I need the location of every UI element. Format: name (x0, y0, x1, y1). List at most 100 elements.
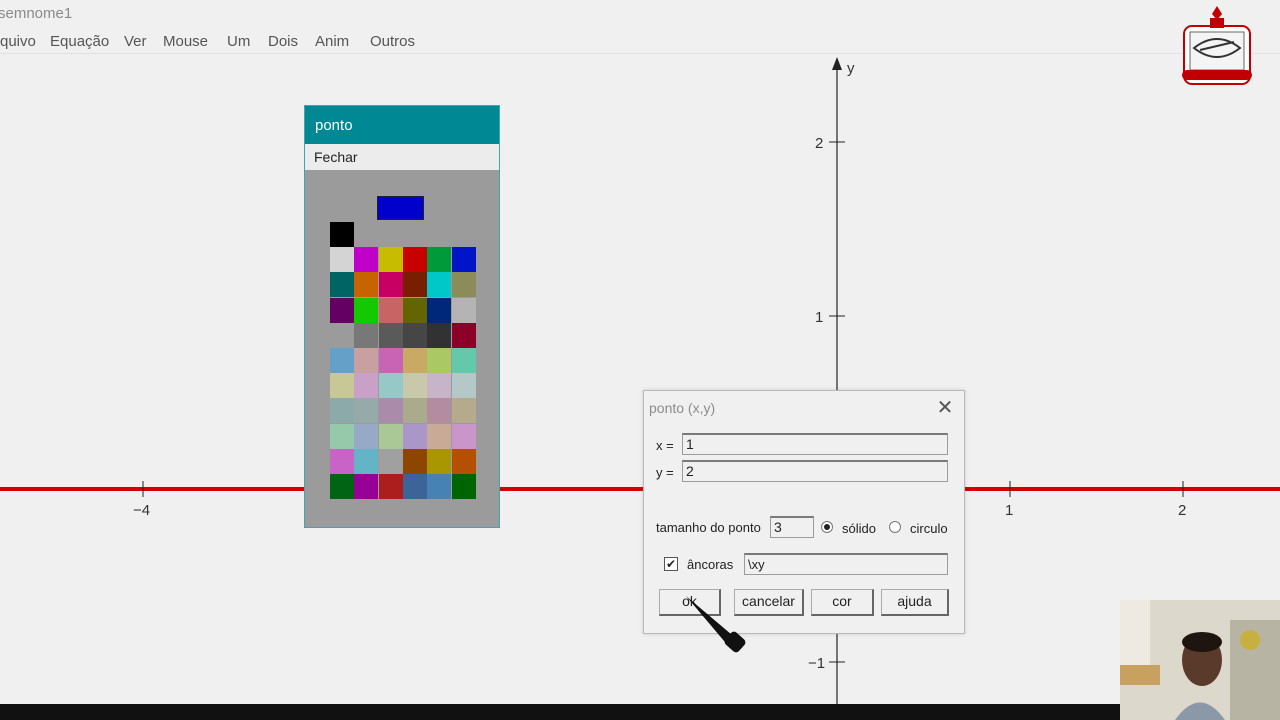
solid-label: sólido (842, 521, 876, 536)
color-swatch[interactable] (378, 297, 403, 323)
color-swatch[interactable] (378, 423, 403, 449)
color-swatch[interactable] (427, 373, 452, 399)
color-swatch[interactable] (402, 423, 427, 449)
color-swatch[interactable] (427, 272, 452, 298)
color-swatch[interactable] (354, 322, 379, 348)
color-swatch[interactable] (378, 373, 403, 399)
color-swatch[interactable] (451, 448, 476, 474)
color-swatch[interactable] (354, 297, 379, 323)
color-swatch[interactable] (330, 297, 354, 323)
x-field-label: x = (656, 438, 674, 453)
menubar-divider (0, 53, 1280, 54)
menu-arquivo[interactable]: quivo (0, 33, 36, 50)
menu-dois[interactable]: Dois (268, 33, 298, 50)
color-swatch[interactable] (378, 448, 403, 474)
pen-cursor-icon (686, 596, 746, 653)
color-swatch[interactable] (451, 398, 476, 424)
y-axis-label: y (847, 60, 855, 77)
close-icon[interactable]: ✕ (934, 397, 956, 419)
anchors-checkbox[interactable]: ✔ (664, 557, 678, 571)
color-swatch[interactable] (427, 247, 452, 273)
current-color-preview (377, 196, 424, 220)
color-swatch[interactable] (402, 373, 427, 399)
webcam-video-overlay (1120, 600, 1280, 720)
color-swatch[interactable] (402, 398, 427, 424)
color-swatch[interactable] (354, 474, 379, 499)
solid-radio[interactable] (821, 521, 833, 533)
point-size-label: tamanho do ponto (656, 520, 761, 535)
menu-outros[interactable]: Outros (370, 33, 415, 50)
color-swatch[interactable] (330, 398, 354, 424)
color-swatch[interactable] (402, 322, 427, 348)
color-swatch[interactable] (402, 297, 427, 323)
color-swatch[interactable] (354, 348, 379, 373)
bottom-black-bar (0, 704, 1120, 720)
color-swatch[interactable] (330, 222, 354, 247)
color-swatch[interactable] (402, 448, 427, 474)
y-tick-label: 1 (815, 309, 823, 326)
menu-ver[interactable]: Ver (124, 33, 147, 50)
x-tick-label: 2 (1178, 502, 1186, 519)
circle-radio[interactable] (889, 521, 901, 533)
color-swatch[interactable] (427, 474, 452, 499)
color-swatch[interactable] (451, 423, 476, 449)
x-tick-label: −4 (133, 502, 150, 519)
color-swatch[interactable] (402, 348, 427, 373)
color-swatch[interactable] (451, 348, 476, 373)
point-size-input[interactable]: 3 (770, 516, 814, 538)
color-swatch[interactable] (354, 423, 379, 449)
color-swatch[interactable] (402, 272, 427, 298)
color-swatch[interactable] (427, 322, 452, 348)
color-swatch[interactable] (354, 448, 379, 474)
menubar: quivo Equação Ver Mouse Um Dois Anim Out… (0, 30, 1280, 54)
y-input[interactable]: 2 (682, 460, 948, 482)
color-swatch[interactable] (427, 423, 452, 449)
color-swatch[interactable] (402, 247, 427, 273)
y-tick-label: 2 (815, 135, 823, 152)
color-swatch[interactable] (451, 272, 476, 298)
color-swatch[interactable] (378, 474, 403, 499)
color-swatch[interactable] (378, 398, 403, 424)
color-swatch[interactable] (354, 373, 379, 399)
y-field-label: y = (656, 465, 674, 480)
color-swatch[interactable] (354, 247, 379, 273)
color-swatch[interactable] (330, 247, 354, 273)
color-swatch[interactable] (427, 348, 452, 373)
color-swatch[interactable] (330, 272, 354, 298)
menu-anim[interactable]: Anim (315, 33, 349, 50)
menu-mouse[interactable]: Mouse (163, 33, 208, 50)
color-swatch[interactable] (427, 398, 452, 424)
x-tick-label: 1 (1005, 502, 1013, 519)
color-swatch[interactable] (451, 297, 476, 323)
graph-canvas[interactable]: y 2 1 −1 −4 1 2 (0, 0, 1280, 720)
color-swatch[interactable] (354, 398, 379, 424)
university-crest-logo (1182, 6, 1252, 85)
color-swatch[interactable] (330, 348, 354, 373)
color-swatch[interactable] (402, 474, 427, 499)
help-button[interactable]: ajuda (881, 589, 949, 616)
color-swatch[interactable] (378, 322, 403, 348)
color-swatch[interactable] (378, 247, 403, 273)
anchors-input[interactable]: \xy (744, 553, 948, 575)
color-swatch[interactable] (354, 272, 379, 298)
dialog-title: ponto (x,y) (649, 400, 716, 416)
color-swatch[interactable] (427, 448, 452, 474)
palette-close-button[interactable]: Fechar (305, 144, 499, 170)
menu-um[interactable]: Um (227, 33, 250, 50)
color-swatch[interactable] (330, 448, 354, 474)
app-title: semnome1 (0, 5, 73, 22)
color-swatch[interactable] (330, 474, 354, 499)
menu-equacao[interactable]: Equação (50, 33, 109, 50)
color-button[interactable]: cor (811, 589, 874, 616)
anchors-label: âncoras (687, 557, 734, 572)
color-swatch[interactable] (378, 272, 403, 298)
x-input[interactable]: 1 (682, 433, 948, 455)
color-swatch[interactable] (378, 348, 403, 373)
color-swatch[interactable] (451, 247, 476, 273)
color-swatch[interactable] (451, 373, 476, 399)
color-swatch[interactable] (451, 474, 476, 499)
color-swatch[interactable] (427, 297, 452, 323)
color-swatch[interactable] (451, 322, 476, 348)
color-swatch[interactable] (330, 423, 354, 449)
color-swatch[interactable] (330, 373, 354, 399)
